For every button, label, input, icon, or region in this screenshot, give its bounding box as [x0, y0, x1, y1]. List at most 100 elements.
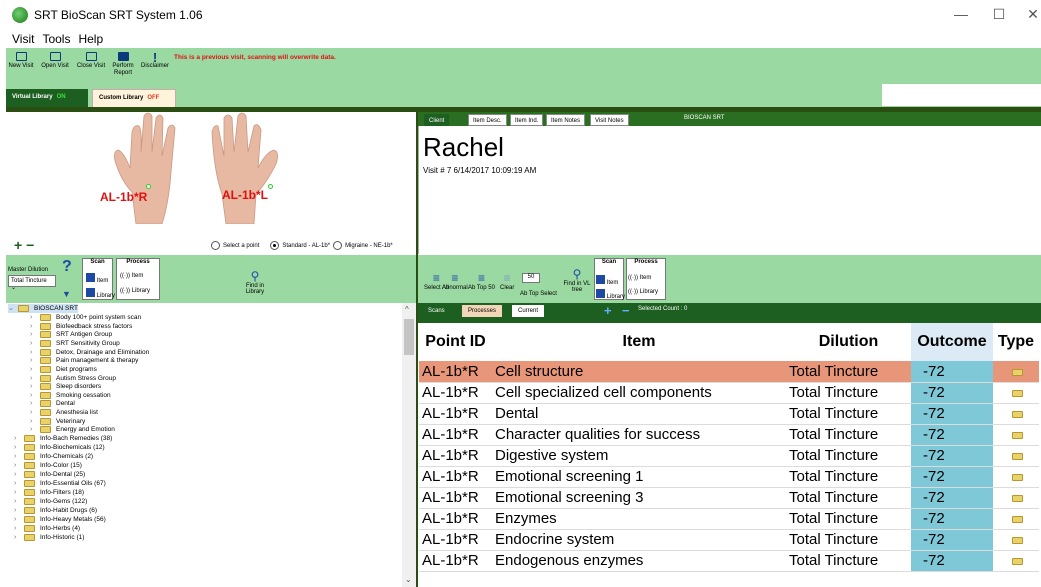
header-point-id[interactable]: Point ID [419, 323, 492, 361]
tree-item[interactable]: › Info-Bach Remedies (38) [14, 434, 112, 443]
menu-visit[interactable]: Visit [12, 32, 34, 46]
tab-item-notes[interactable]: Item Notes [546, 114, 586, 126]
cell-type [993, 466, 1039, 488]
cell-point-id: AL-1b*R [419, 466, 492, 488]
cell-point-id: AL-1b*R [419, 487, 492, 509]
minimize-button[interactable]: — [946, 6, 976, 22]
scan-library-button[interactable]: Library [86, 288, 115, 299]
tab-item-desc[interactable]: Item Desc. [468, 114, 507, 126]
point-marker-right[interactable] [268, 184, 273, 189]
search-icon: ⚲ [572, 267, 582, 281]
new-visit-button[interactable]: New Visit [6, 52, 36, 70]
clear-button[interactable]: ≡ Clear [500, 271, 514, 291]
close-button[interactable]: ✕ [1018, 6, 1041, 23]
abnormal-button[interactable]: ≡ Abnormal [442, 271, 468, 291]
header-outcome[interactable]: Outcome [911, 323, 993, 361]
add-icon[interactable]: + [604, 303, 612, 318]
tree-item[interactable]: › Anesthesia list [30, 408, 98, 417]
tree-item[interactable]: › Info-Gems (122) [14, 497, 87, 506]
cell-type [993, 382, 1039, 404]
tree-item[interactable]: › Dental [30, 399, 75, 408]
result-tabs: Scans Processes Current + − Selected Cou… [418, 303, 1041, 318]
open-visit-button[interactable]: Open Visit [40, 52, 70, 70]
tree-item[interactable]: › Pain management & therapy [30, 356, 138, 365]
tree-item[interactable]: › Info-Historic (1) [14, 533, 84, 542]
plus-icon[interactable]: + [14, 237, 22, 253]
process-library-button[interactable]: ((·)) Library [120, 288, 150, 294]
tree-item[interactable]: › Info-Habit Drugs (6) [14, 506, 97, 515]
scan-item-button[interactable]: Item [86, 273, 108, 284]
table-row[interactable]: AL-1b*R Digestive system Total Tincture -72 [419, 445, 1039, 467]
tree-item[interactable]: › Info-Chemicals (2) [14, 452, 93, 461]
ab-top-50-button[interactable]: ≡ Ab Top 50 [468, 271, 495, 291]
find-in-library-button[interactable]: ⚲ Find in Library [242, 269, 268, 295]
table-row[interactable]: AL-1b*R Emotional screening 3 Total Tinctu… [419, 487, 1039, 509]
custom-library-tab[interactable]: Custom Library OFF [92, 89, 176, 107]
chevron-down-icon[interactable]: ⌄ [405, 575, 412, 584]
process-item-button[interactable]: ((·)) Item [628, 275, 651, 281]
tab-visit-notes[interactable]: Visit Notes [590, 114, 629, 126]
process-library-button[interactable]: ((·)) Library [628, 289, 658, 295]
cell-type [993, 529, 1039, 551]
tree-item[interactable]: › SRT Antigen Group [30, 330, 112, 339]
table-row[interactable]: AL-1b*R Emotional screening 1 Total Tinctu… [419, 466, 1039, 488]
menu-tools[interactable]: Tools [42, 32, 70, 46]
scan-library-button[interactable]: Library [596, 289, 625, 300]
tree-scrollbar[interactable]: ^ ⌄ [402, 303, 416, 587]
disclaimer-button[interactable]: ! Disclaimer [138, 51, 172, 70]
close-visit-button[interactable]: Close Visit [76, 52, 106, 70]
header-dilution[interactable]: Dilution [786, 323, 911, 361]
minus-icon[interactable]: − [26, 237, 34, 253]
table-row[interactable]: AL-1b*R Enzymes Total Tincture -72 [419, 508, 1039, 530]
scan-item-button[interactable]: Item [596, 275, 618, 286]
dilution-select[interactable]: Total Tincture ⌄ [8, 275, 56, 291]
folder-icon [40, 348, 51, 356]
header-item[interactable]: Item [492, 323, 786, 361]
scroll-thumb[interactable] [404, 319, 414, 355]
find-in-tree-button[interactable]: ⚲ Find in VL tree [562, 267, 592, 293]
table-row[interactable]: AL-1b*R Cell specialized cell components T… [419, 382, 1039, 404]
tree-item[interactable]: › Info-Biochemicals (12) [14, 443, 105, 452]
point-marker-left[interactable] [146, 184, 151, 189]
tree-item[interactable]: › Body 100+ point system scan [30, 313, 141, 322]
help-icon[interactable]: ? [62, 258, 72, 276]
menu-help[interactable]: Help [78, 32, 103, 46]
standard-radio[interactable] [270, 241, 280, 250]
top-count-spinner[interactable]: 50 [522, 273, 540, 283]
tab-client[interactable]: Client [424, 114, 450, 126]
remove-icon[interactable]: − [622, 303, 630, 318]
header-type[interactable]: Type [993, 323, 1039, 361]
tree-item[interactable]: › Info-Herbs (4) [14, 524, 80, 533]
tab-item-ind[interactable]: Item Ind. [510, 114, 544, 126]
tree-item[interactable]: › Info-Color (15) [14, 461, 82, 470]
folder-icon [24, 515, 35, 523]
migraine-radio[interactable] [333, 241, 343, 250]
tree-item[interactable]: › Info-Filters (18) [14, 488, 84, 497]
process-item-button[interactable]: ((·)) Item [120, 273, 143, 279]
virtual-library-tab[interactable]: Virtual Library ON [6, 89, 88, 107]
tab-current[interactable]: Current [512, 305, 545, 317]
tree-item[interactable]: › Info-Essential Oils (67) [14, 479, 106, 488]
tree-item[interactable]: › Info-Dental (25) [14, 470, 85, 479]
table-row[interactable]: AL-1b*R Cell structure Total Tincture -72 [419, 361, 1039, 383]
select-point-radio[interactable] [211, 241, 220, 250]
ab-top-select-button[interactable]: Ab Top Select [520, 291, 557, 297]
tree-item[interactable]: › Info-Heavy Metals (56) [14, 515, 106, 524]
tree-item[interactable]: › Diet programs [30, 365, 97, 374]
down-arrow-icon[interactable]: ▼ [62, 289, 71, 299]
tree-root[interactable]: ⌄ BIOSCAN SRT [8, 304, 78, 313]
table-row[interactable]: AL-1b*R Dental Total Tincture -72 [419, 403, 1039, 425]
tab-processes[interactable]: Processes [462, 305, 503, 317]
table-row[interactable]: AL-1b*R Character qualities for success To… [419, 424, 1039, 446]
folder-icon [40, 399, 51, 407]
printer-icon [117, 52, 129, 61]
table-row[interactable]: AL-1b*R Endogenous enzymes Total Tincture -… [419, 550, 1039, 572]
tree-item[interactable]: › SRT Sensitivity Group [30, 339, 120, 348]
tree-item[interactable]: › Energy and Emotion [30, 425, 115, 434]
chevron-up-icon[interactable]: ^ [405, 305, 409, 314]
table-row[interactable]: AL-1b*R Endocrine system Total Tincture -72 [419, 529, 1039, 551]
tree-item[interactable]: › Sleep disorders [30, 382, 101, 391]
tab-scans[interactable]: Scans [422, 305, 451, 317]
maximize-button[interactable]: ☐ [984, 6, 1014, 23]
perform-report-button[interactable]: Perform Report [108, 52, 138, 77]
